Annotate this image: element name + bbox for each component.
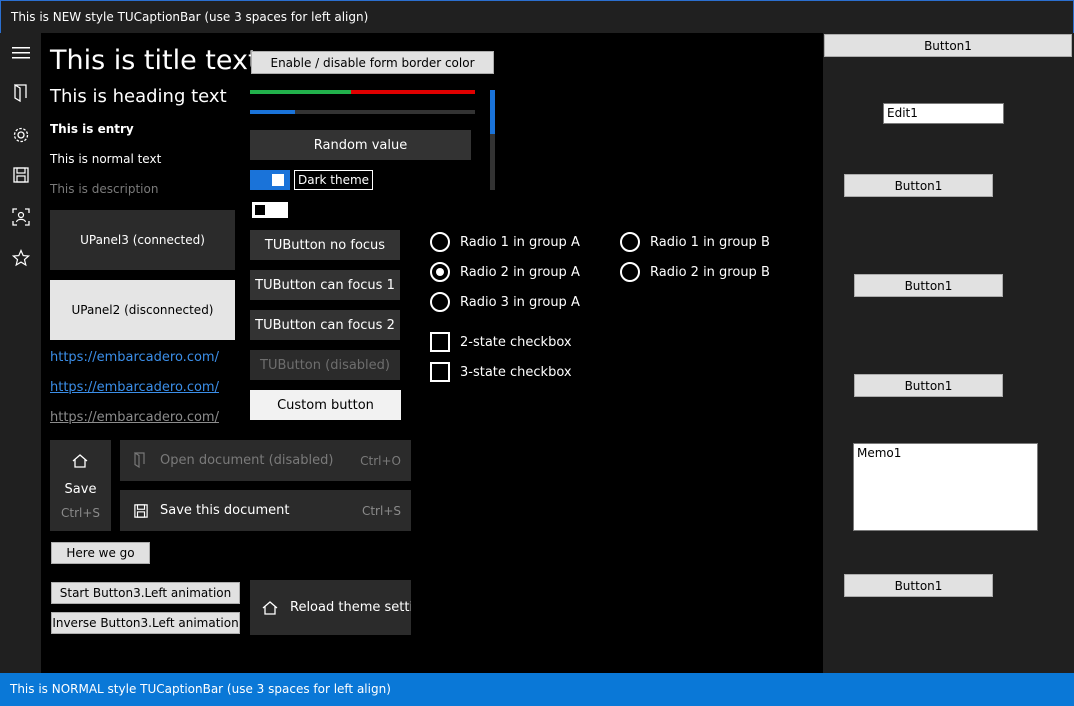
memo1-textarea[interactable]: Memo1: [853, 443, 1038, 531]
radio-1-group-a-label: Radio 1 in group A: [460, 235, 580, 250]
tubutton-no-focus[interactable]: TUButton no focus: [250, 230, 400, 260]
link-1[interactable]: https://embarcadero.com/: [50, 350, 219, 365]
description-text: This is description: [50, 182, 159, 196]
button1-top[interactable]: Button1: [824, 34, 1072, 57]
custom-button[interactable]: Custom button: [250, 390, 401, 420]
button1-b[interactable]: Button1: [854, 274, 1003, 297]
progress-bar-dual: [250, 90, 475, 94]
save-document-label: Save this document: [160, 503, 290, 518]
link-2[interactable]: https://embarcadero.com/: [50, 380, 219, 395]
upanel2-label: UPanel2 (disconnected): [71, 303, 214, 317]
tubutton-disabled[interactable]: TUButton (disabled): [250, 350, 400, 380]
open-document-shortcut: Ctrl+O: [360, 454, 401, 468]
inverse-animation-button[interactable]: Inverse Button3.Left animation: [51, 612, 240, 634]
title-text: This is title text: [50, 45, 259, 76]
button1-a[interactable]: Button1: [844, 174, 993, 197]
open-document-label: Open document (disabled): [160, 453, 334, 468]
dark-theme-toggle[interactable]: [250, 170, 290, 190]
status-bar: This is NORMAL style TUCaptionBar (use 3…: [0, 673, 1074, 706]
two-state-checkbox[interactable]: [430, 332, 450, 352]
radio-3-group-a[interactable]: [430, 292, 450, 312]
border-color-button[interactable]: Enable / disable form border color: [251, 51, 494, 74]
link-3[interactable]: https://embarcadero.com/: [50, 410, 219, 425]
button1-c[interactable]: Button1: [854, 374, 1003, 397]
star-icon[interactable]: [11, 248, 31, 268]
random-value-button[interactable]: Random value: [250, 130, 471, 160]
vertical-scrollbar[interactable]: [490, 90, 495, 190]
dark-theme-label[interactable]: Dark theme: [294, 170, 374, 190]
save-tile[interactable]: Save Ctrl+S: [50, 440, 111, 531]
button1-d[interactable]: Button1: [844, 574, 993, 597]
caption-bar: This is NEW style TUCaptionBar (use 3 sp…: [0, 0, 1074, 33]
open-document-item[interactable]: Open document (disabled) Ctrl+O: [120, 440, 411, 481]
progress-green-fill: [250, 90, 352, 94]
save-tile-shortcut: Ctrl+S: [60, 506, 101, 520]
progress-bar-blue: [250, 110, 475, 114]
second-toggle[interactable]: [252, 202, 288, 218]
scrollbar-thumb[interactable]: [490, 90, 495, 134]
heading-text: This is heading text: [50, 86, 227, 107]
radio-dot: [436, 268, 444, 276]
home-icon: [72, 453, 88, 472]
three-state-checkbox[interactable]: [430, 362, 450, 382]
entry-text: This is entry: [50, 122, 134, 136]
save-icon: [134, 503, 148, 522]
normal-text: This is normal text: [50, 152, 162, 166]
radio-2-group-a-label: Radio 2 in group A: [460, 265, 580, 280]
tubutton-can-focus-2[interactable]: TUButton can focus 2: [250, 310, 400, 340]
radio-2-group-b[interactable]: [620, 262, 640, 282]
upanel3-label: UPanel3 (connected): [80, 233, 205, 247]
caption-bar-title: This is NEW style TUCaptionBar (use 3 sp…: [11, 10, 369, 24]
save-tile-label: Save: [64, 482, 97, 497]
reload-theme-button[interactable]: Reload theme setting: [250, 580, 411, 635]
status-bar-title: This is NORMAL style TUCaptionBar (use 3…: [10, 682, 391, 696]
start-animation-button[interactable]: Start Button3.Left animation: [51, 582, 240, 604]
radio-2-group-b-label: Radio 2 in group B: [650, 265, 770, 280]
home-icon: [262, 600, 278, 619]
radio-1-group-b-label: Radio 1 in group B: [650, 235, 770, 250]
save-document-shortcut: Ctrl+S: [361, 504, 401, 518]
door-icon[interactable]: [11, 83, 31, 103]
progress-red-fill: [351, 90, 475, 94]
hamburger-icon[interactable]: [11, 43, 31, 63]
upanel2: UPanel2 (disconnected): [50, 280, 235, 340]
toggle-knob: [255, 205, 265, 215]
upanel3: UPanel3 (connected): [50, 210, 235, 270]
radio-1-group-a[interactable]: [430, 232, 450, 252]
radio-1-group-b[interactable]: [620, 232, 640, 252]
reload-theme-label: Reload theme setting: [290, 600, 411, 615]
sidebar: [0, 33, 41, 673]
progress-blue-fill: [250, 110, 295, 114]
tubutton-can-focus-1[interactable]: TUButton can focus 1: [250, 270, 400, 300]
toggle-knob: [272, 174, 284, 186]
edit1-input[interactable]: Edit1: [883, 103, 1004, 124]
here-we-go-button[interactable]: Here we go: [51, 542, 150, 564]
gear-icon[interactable]: [11, 125, 31, 145]
three-state-checkbox-label: 3-state checkbox: [460, 365, 572, 380]
save-document-item[interactable]: Save this document Ctrl+S: [120, 490, 411, 531]
door-icon: [134, 451, 146, 472]
save-icon[interactable]: [11, 165, 31, 185]
radio-2-group-a[interactable]: [430, 262, 450, 282]
user-frame-icon[interactable]: [11, 207, 31, 227]
two-state-checkbox-label: 2-state checkbox: [460, 335, 572, 350]
radio-3-group-a-label: Radio 3 in group A: [460, 295, 580, 310]
